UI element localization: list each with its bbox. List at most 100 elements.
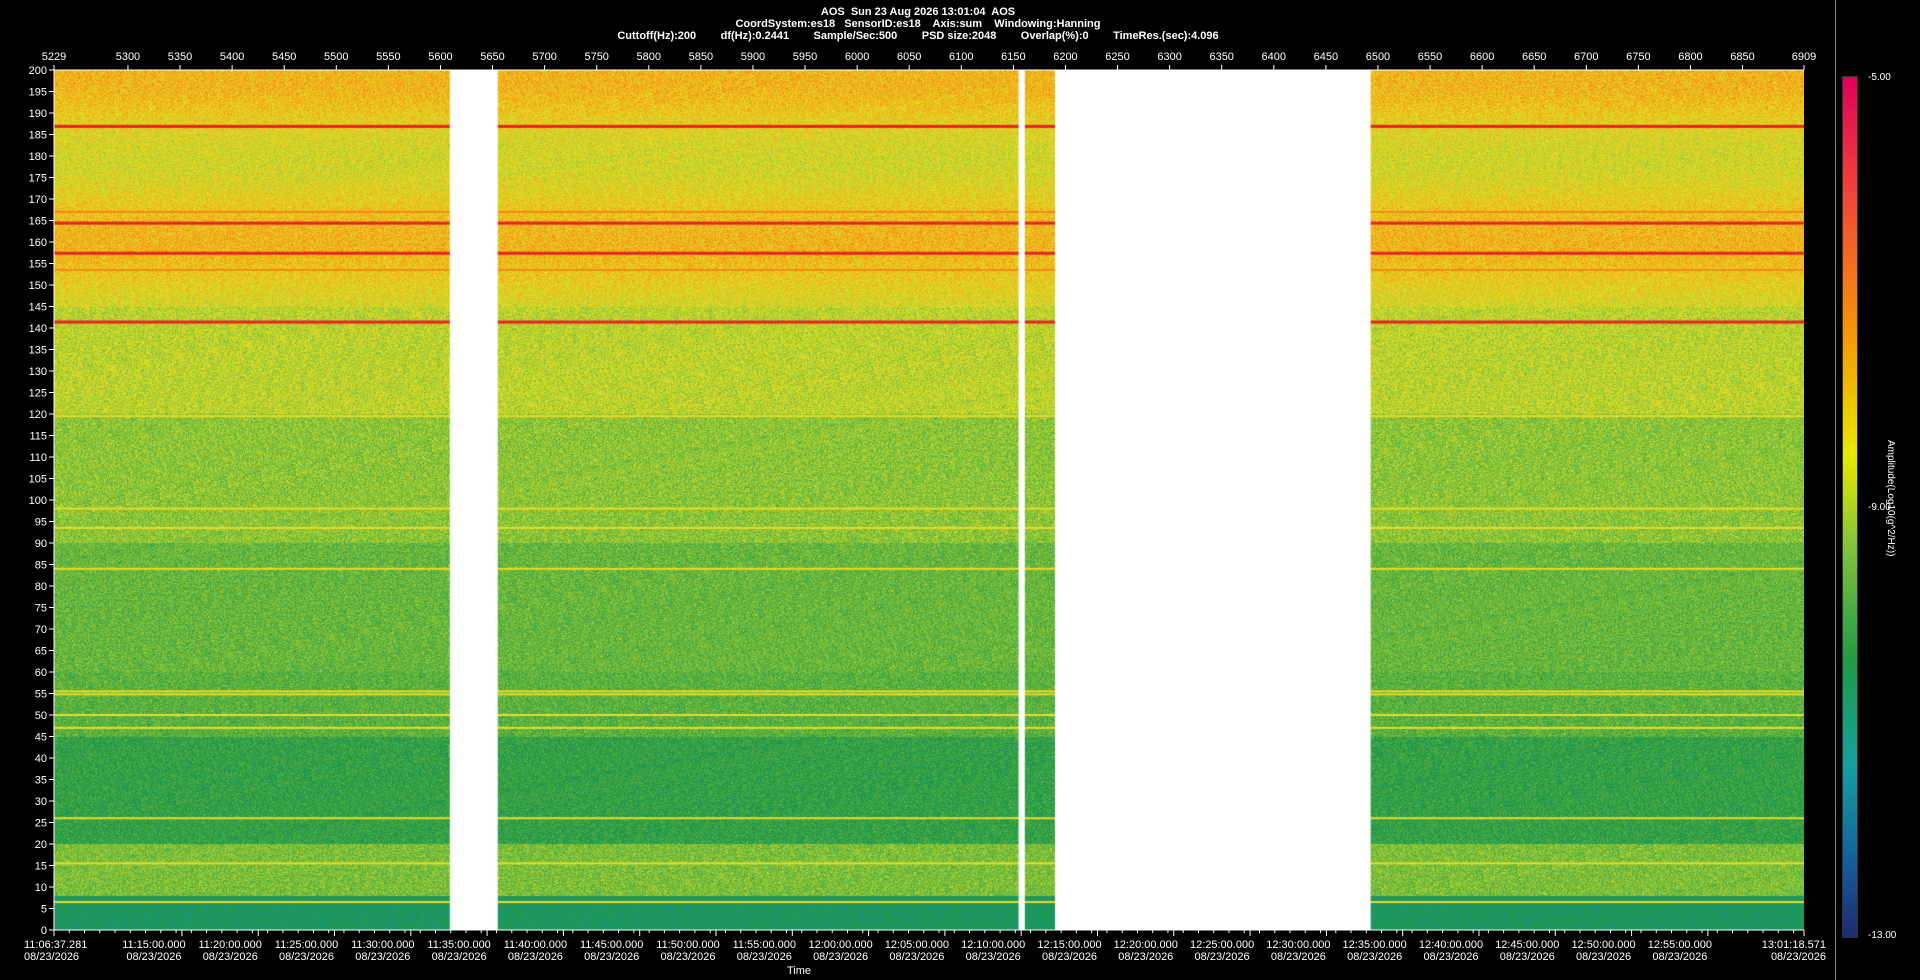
top-tick-label: 6550 bbox=[1418, 51, 1442, 63]
y-tick-label: 60 bbox=[35, 667, 47, 679]
top-tick-label: 6700 bbox=[1574, 51, 1598, 63]
y-tick-label: 160 bbox=[29, 237, 47, 249]
top-tick-label: 5550 bbox=[376, 51, 400, 63]
time-tick-date: 08/23/2026 bbox=[1042, 951, 1097, 963]
y-tick-label: 170 bbox=[29, 194, 47, 206]
time-tick-label: 11:06:37.281 bbox=[24, 939, 87, 951]
time-tick-label: 12:20:00.000 bbox=[1114, 939, 1178, 951]
time-tick-label: 11:30:00.000 bbox=[351, 939, 414, 951]
spectrogram-axes: 0 5 10 15 20 25 30 35 40 45 50 55 60 65 70 75 80 85 90 95 10… bbox=[24, 51, 1826, 977]
time-tick-date: 08/23/2026 bbox=[24, 951, 79, 963]
top-tick-label: 6850 bbox=[1730, 51, 1754, 63]
y-tick-label: 55 bbox=[35, 689, 47, 701]
time-tick-date: 08/23/2026 bbox=[1576, 951, 1631, 963]
top-tick-label: 5750 bbox=[584, 51, 608, 63]
y-tick-label: 175 bbox=[29, 173, 47, 185]
time-tick-date: 08/23/2026 bbox=[966, 951, 1021, 963]
time-tick-date: 08/23/2026 bbox=[203, 951, 258, 963]
time-tick-label: 11:50:00.000 bbox=[656, 939, 719, 951]
y-tick-label: 90 bbox=[35, 538, 47, 550]
time-tick-label: 12:30:00.000 bbox=[1266, 939, 1330, 951]
time-tick-date: 08/23/2026 bbox=[1423, 951, 1478, 963]
y-tick-label: 125 bbox=[29, 388, 47, 400]
top-tick-label: 6350 bbox=[1209, 51, 1233, 63]
time-tick-label: 11:25:00.000 bbox=[275, 939, 338, 951]
y-tick-label: 100 bbox=[29, 495, 47, 507]
y-tick-label: 45 bbox=[35, 732, 47, 744]
y-tick-label: 155 bbox=[29, 259, 47, 271]
top-tick-label: 5300 bbox=[116, 51, 140, 63]
time-tick-date: 08/23/2026 bbox=[1271, 951, 1326, 963]
top-tick-label: 6250 bbox=[1105, 51, 1129, 63]
top-tick-label: 6650 bbox=[1522, 51, 1546, 63]
top-tick-label: 6150 bbox=[1001, 51, 1025, 63]
time-tick-label: 13:01:18.571 bbox=[1762, 939, 1826, 951]
top-tick-label: 5400 bbox=[220, 51, 244, 63]
top-tick-label: 5700 bbox=[532, 51, 556, 63]
time-tick-date: 08/23/2026 bbox=[584, 951, 639, 963]
top-tick-label: 5350 bbox=[168, 51, 192, 63]
time-tick-date: 08/23/2026 bbox=[1118, 951, 1173, 963]
y-tick-label: 95 bbox=[35, 517, 47, 529]
y-tick-label: 5 bbox=[41, 904, 47, 916]
time-tick-label: 11:35:00.000 bbox=[427, 939, 490, 951]
y-tick-label: 190 bbox=[29, 108, 47, 120]
y-tick-label: 75 bbox=[35, 603, 47, 615]
top-tick-label: 5800 bbox=[637, 51, 661, 63]
top-tick-label: 5650 bbox=[480, 51, 504, 63]
top-tick-label: 5950 bbox=[793, 51, 817, 63]
time-tick-label: 12:05:00.000 bbox=[885, 939, 949, 951]
y-tick-label: 195 bbox=[29, 87, 47, 99]
x-axis-label: Time bbox=[787, 965, 811, 977]
top-tick-label: 6750 bbox=[1626, 51, 1650, 63]
top-tick-label: 5450 bbox=[272, 51, 296, 63]
y-tick-label: 70 bbox=[35, 624, 47, 636]
top-tick-label: 6100 bbox=[949, 51, 973, 63]
time-tick-label: 12:55:00.000 bbox=[1648, 939, 1712, 951]
y-tick-label: 200 bbox=[29, 65, 47, 77]
top-tick-label: 5600 bbox=[428, 51, 452, 63]
top-tick-label: 6000 bbox=[845, 51, 869, 63]
y-tick-label: 50 bbox=[35, 710, 47, 722]
time-tick-label: 12:00:00.000 bbox=[808, 939, 872, 951]
colorbar-max-label: -5.00 bbox=[1868, 72, 1891, 83]
y-tick-label: 130 bbox=[29, 366, 47, 378]
time-tick-label: 12:45:00.000 bbox=[1495, 939, 1559, 951]
time-tick-date: 08/23/2026 bbox=[432, 951, 487, 963]
time-tick-date: 08/23/2026 bbox=[889, 951, 944, 963]
top-tick-label: 5850 bbox=[689, 51, 713, 63]
time-tick-date: 08/23/2026 bbox=[126, 951, 181, 963]
y-tick-label: 120 bbox=[29, 409, 47, 421]
y-tick-label: 65 bbox=[35, 646, 47, 658]
top-tick-label: 6050 bbox=[897, 51, 921, 63]
time-tick-label: 12:40:00.000 bbox=[1419, 939, 1483, 951]
top-tick-label: 6200 bbox=[1053, 51, 1077, 63]
time-tick-date: 08/23/2026 bbox=[1195, 951, 1250, 963]
time-tick-date: 08/23/2026 bbox=[355, 951, 410, 963]
time-tick-date: 08/23/2026 bbox=[1771, 951, 1826, 963]
y-tick-label: 115 bbox=[29, 431, 47, 443]
y-tick-label: 15 bbox=[35, 861, 47, 873]
y-tick-label: 0 bbox=[41, 925, 47, 937]
y-tick-label: 85 bbox=[35, 560, 47, 572]
y-tick-label: 30 bbox=[35, 796, 47, 808]
time-tick-label: 12:50:00.000 bbox=[1571, 939, 1635, 951]
top-tick-label: 6450 bbox=[1314, 51, 1338, 63]
time-tick-label: 11:55:00.000 bbox=[733, 939, 796, 951]
top-tick-label: 6400 bbox=[1262, 51, 1286, 63]
time-tick-date: 08/23/2026 bbox=[1347, 951, 1402, 963]
time-tick-label: 11:15:00.000 bbox=[122, 939, 185, 951]
time-tick-label: 12:10:00.000 bbox=[961, 939, 1025, 951]
top-tick-label: 6300 bbox=[1157, 51, 1181, 63]
top-tick-label: 6600 bbox=[1470, 51, 1494, 63]
y-tick-label: 135 bbox=[29, 345, 47, 357]
colorbar-min-label: -13.00 bbox=[1868, 930, 1897, 941]
time-tick-label: 11:40:00.000 bbox=[504, 939, 567, 951]
y-tick-label: 20 bbox=[35, 839, 47, 851]
y-tick-label: 185 bbox=[29, 130, 47, 142]
top-tick-label: 6909 bbox=[1792, 51, 1816, 63]
y-tick-label: 110 bbox=[29, 452, 47, 464]
y-tick-label: 10 bbox=[35, 882, 47, 894]
top-tick-label: 6800 bbox=[1678, 51, 1702, 63]
y-tick-label: 180 bbox=[29, 151, 47, 163]
